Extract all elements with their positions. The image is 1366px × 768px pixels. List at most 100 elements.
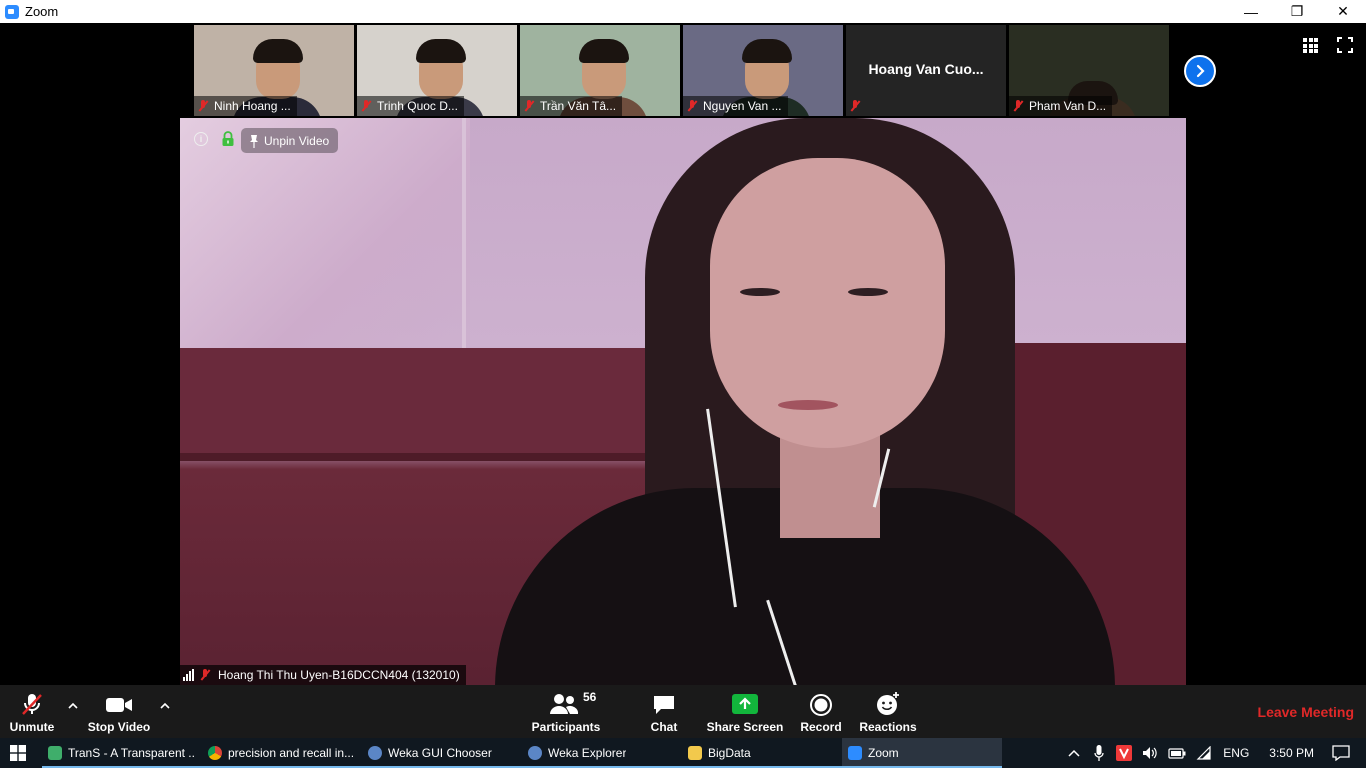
share-screen-icon	[732, 694, 758, 714]
reactions-label: Reactions	[859, 720, 917, 734]
weka-icon	[368, 746, 382, 760]
taskbar-item-bigdata[interactable]: BigData	[682, 738, 842, 768]
fullscreen-icon[interactable]	[1337, 37, 1353, 53]
participant-thumbnail[interactable]: Trinh Quoc D...	[357, 25, 517, 116]
leave-meeting-button[interactable]: Leave Meeting	[1258, 704, 1354, 720]
unpin-video-label: Unpin Video	[264, 133, 330, 148]
participant-name-bar: Trinh Quoc D...	[357, 96, 464, 116]
app-icon	[48, 746, 62, 760]
participant-name-bar: Trần Văn Tâ...	[520, 96, 623, 116]
muted-mic-icon	[198, 100, 208, 112]
participant-thumbnail[interactable]: Nguyen Van ...	[683, 25, 843, 116]
lock-icon[interactable]	[221, 131, 235, 147]
share-screen-label: Share Screen	[706, 720, 784, 734]
battery-icon[interactable]	[1168, 747, 1186, 759]
weka-icon	[528, 746, 542, 760]
video-options-caret-icon[interactable]	[160, 701, 170, 711]
clock[interactable]: 3:50 PM	[1269, 746, 1314, 760]
volume-icon[interactable]	[1142, 746, 1158, 760]
participant-thumbnail[interactable]: Pham Van D...	[1009, 25, 1169, 116]
participant-thumbnail-strip: Ninh Hoang ... Trinh Quoc D... Trần Văn …	[194, 25, 1169, 116]
muted-mic-icon	[1013, 100, 1023, 112]
participant-name-bar	[846, 96, 872, 116]
smiley-plus-icon	[877, 692, 899, 715]
close-button[interactable]: ✕	[1320, 0, 1366, 23]
participant-name-bar: Ninh Hoang ...	[194, 96, 297, 116]
participant-thumbnail[interactable]: Ninh Hoang ...	[194, 25, 354, 116]
signal-strength-icon	[183, 669, 194, 681]
video-hair	[253, 39, 303, 63]
participant-name: Trần Văn Tâ...	[540, 99, 617, 113]
notification-center-icon[interactable]	[1332, 745, 1350, 761]
gallery-view-icon[interactable]	[1303, 38, 1318, 53]
active-speaker-name: Hoang Thi Thu Uyen-B16DCCN404 (132010)	[218, 668, 460, 682]
audio-options-caret-icon[interactable]	[68, 701, 78, 711]
speaker-lips	[778, 400, 838, 410]
zoom-app-icon	[5, 4, 19, 19]
participant-name-bar: Pham Van D...	[1009, 96, 1113, 116]
stop-video-label: Stop Video	[87, 720, 151, 734]
windows-logo-icon	[10, 745, 26, 761]
participant-name: Pham Van D...	[1029, 99, 1107, 113]
microphone-icon[interactable]	[1094, 745, 1104, 761]
video-camera-icon	[106, 698, 132, 712]
windows-taskbar: TranS - A Transparent ... precision and …	[0, 738, 1366, 768]
participants-icon	[550, 694, 579, 714]
share-screen-button[interactable]: Share Screen	[706, 685, 784, 738]
restore-button[interactable]: ❐	[1274, 0, 1320, 23]
title-bar: Zoom — ❐ ✕	[0, 0, 1366, 23]
speaker-eye	[740, 288, 780, 296]
wifi-icon[interactable]	[1196, 746, 1212, 760]
meeting-toolbar: Unmute Stop Video 56 Participants Chat S…	[0, 685, 1366, 738]
taskbar-item-chrome[interactable]: precision and recall in...	[202, 738, 362, 768]
stop-video-button[interactable]: Stop Video	[88, 685, 150, 738]
show-hidden-icons-icon[interactable]	[1068, 749, 1080, 757]
language-indicator[interactable]: ENG	[1223, 746, 1249, 760]
taskbar-item-label: Weka Explorer	[548, 746, 627, 760]
participant-name-bar: Nguyen Van ...	[683, 96, 788, 116]
meeting-info-icon[interactable]: i	[194, 132, 208, 146]
taskbar-item-weka-explorer[interactable]: Weka Explorer	[522, 738, 682, 768]
participant-count: 56	[583, 690, 597, 704]
taskbar-item-weka-gui-chooser[interactable]: Weka GUI Chooser	[362, 738, 522, 768]
vivaldi-icon[interactable]	[1116, 745, 1133, 761]
muted-mic-icon	[200, 669, 210, 681]
chat-button[interactable]: Chat	[646, 685, 682, 738]
main-video	[180, 118, 1186, 685]
zoom-app-icon	[848, 746, 862, 760]
muted-mic-icon	[687, 100, 697, 112]
muted-mic-icon	[850, 100, 860, 112]
start-button[interactable]	[0, 738, 36, 768]
participant-name: Trinh Quoc D...	[377, 99, 458, 113]
window-title: Zoom	[25, 4, 59, 19]
folder-icon	[688, 746, 702, 760]
video-background	[180, 118, 470, 368]
participants-label: Participants	[531, 720, 601, 734]
reactions-button[interactable]: Reactions	[859, 685, 917, 738]
record-icon	[810, 694, 832, 716]
video-hair	[742, 39, 792, 63]
chat-label: Chat	[650, 720, 678, 734]
muted-mic-icon	[524, 100, 534, 112]
active-speaker-name-bar: Hoang Thi Thu Uyen-B16DCCN404 (132010)	[180, 665, 466, 685]
pin-icon	[250, 134, 258, 148]
unpin-video-button[interactable]: Unpin Video	[241, 128, 338, 153]
unmute-button[interactable]: Unmute	[6, 685, 58, 738]
video-hair	[416, 39, 466, 63]
minimize-button[interactable]: —	[1228, 0, 1274, 23]
unmute-label: Unmute	[9, 720, 55, 734]
participant-name: Nguyen Van ...	[703, 99, 782, 113]
muted-microphone-icon	[22, 694, 42, 715]
taskbar-item-label: BigData	[708, 746, 751, 760]
taskbar-item-label: precision and recall in...	[228, 746, 355, 760]
participant-thumbnail[interactable]: Hoang Van Cuo...	[846, 25, 1006, 116]
muted-mic-icon	[361, 100, 371, 112]
system-tray: ENG 3:50 PM	[1061, 738, 1366, 768]
next-page-button[interactable]	[1184, 55, 1216, 87]
taskbar-item-label: TranS - A Transparent ...	[68, 746, 196, 760]
taskbar-item-zoom[interactable]: Zoom	[842, 738, 1002, 768]
participants-button[interactable]: 56 Participants	[531, 685, 601, 738]
participant-thumbnail[interactable]: Trần Văn Tâ...	[520, 25, 680, 116]
record-button[interactable]: Record	[800, 685, 842, 738]
taskbar-item-trans[interactable]: TranS - A Transparent ...	[42, 738, 202, 768]
